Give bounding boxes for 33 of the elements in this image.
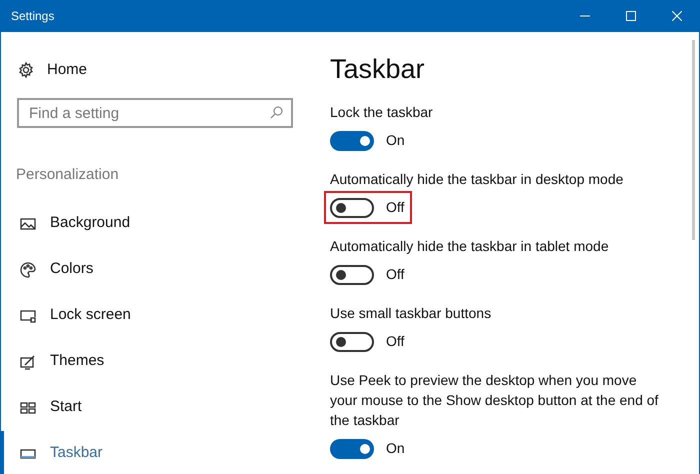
setting-label: Automatically hide the taskbar in desktop mode	[330, 170, 624, 189]
page-title: Taskbar	[330, 53, 426, 86]
palette-icon	[19, 260, 37, 278]
setting-label: Use small taskbar buttons	[330, 304, 492, 323]
toggle-switch[interactable]	[330, 264, 374, 284]
toggle-switch[interactable]	[330, 332, 374, 352]
nav-item[interactable]: Colors	[0, 246, 311, 292]
toggle-state: Off	[386, 198, 404, 217]
brush-screen-icon	[19, 352, 37, 370]
toggle-state: Off	[386, 332, 404, 351]
gear-icon	[17, 61, 35, 79]
nav-item[interactable]: Themes	[0, 338, 311, 384]
toggle-switch[interactable]	[330, 198, 374, 218]
setting-label: Use Peek to preview the desktop when you move your mouse to the Show desktop button at the end of the taskbar	[330, 371, 660, 430]
setting-label: Lock the taskbar	[330, 103, 434, 122]
nav-item[interactable]: Lock screen	[0, 292, 311, 338]
toggle-state: On	[386, 131, 405, 150]
scrollbar[interactable]	[692, 40, 695, 240]
nav-item[interactable]: Background	[0, 200, 311, 246]
window-title: Settings	[11, 8, 54, 25]
toggle-state: Off	[386, 265, 404, 284]
nav-item[interactable]: Start	[0, 384, 311, 430]
nav-item[interactable]: Taskbar	[0, 430, 311, 474]
search-field[interactable]: Find a setting	[17, 98, 293, 128]
search-icon	[270, 106, 283, 119]
maximize-icon	[626, 11, 636, 21]
toggle-switch[interactable]	[330, 438, 374, 458]
toggle-state: On	[386, 439, 405, 458]
toggle-switch[interactable]	[330, 130, 374, 150]
home-nav-item[interactable]: Home	[17, 60, 311, 80]
section-heading: Personalization	[16, 165, 120, 185]
close-icon	[672, 11, 682, 21]
setting-label: Automatically hide the taskbar in tablet mode	[330, 237, 610, 256]
